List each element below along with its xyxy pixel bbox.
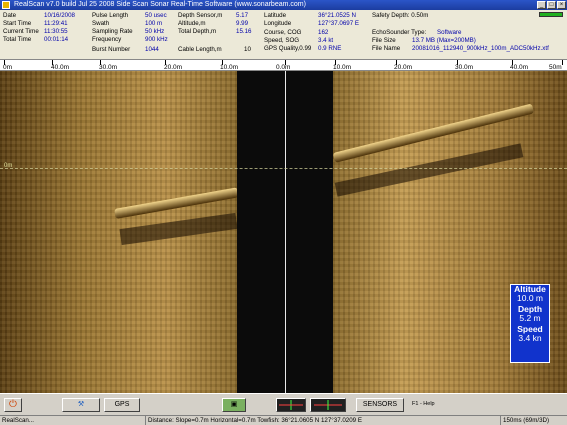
status-app: RealScan... <box>2 417 34 424</box>
window-title: RealScan v7.0 build Jul 25 2008 Side Sca… <box>14 1 306 8</box>
ruler-label: 40.0m <box>510 64 529 71</box>
status-range: 150ms (69m/3D) <box>500 416 567 425</box>
echosounder-label: EchoSounder Type: <box>372 29 427 36</box>
frequency-value: 900 kHz <box>145 36 168 43</box>
sampling-rate-value: 50 kHz <box>145 28 165 35</box>
altitude-readout-value: 10.0 m <box>517 293 543 303</box>
depth-readout-value: 5.2 m <box>519 313 541 323</box>
range-ruler: 0m 40.0m 30.0m 20.0m 10.0m 0.0m 10.0m 20… <box>0 59 567 71</box>
longitude-value: 127°37.0697 E <box>318 20 360 27</box>
cable-length-value: 10 <box>244 46 251 53</box>
start-time-value: 11:29:41 <box>44 20 68 27</box>
sensors-button[interactable]: SENSORS <box>356 398 404 412</box>
range-marker-label: 0m <box>4 163 13 169</box>
app-icon <box>2 1 10 9</box>
latitude-value: 36°21.0525 N <box>318 12 356 19</box>
minimize-button[interactable]: _ <box>537 1 546 9</box>
burst-number-value: 1044 <box>145 46 159 53</box>
pulse-length-label: Pulse Length <box>92 12 129 19</box>
track-line <box>285 71 286 393</box>
course-label: Course, COG <box>264 29 302 36</box>
ruler-label: 50m <box>549 64 562 71</box>
bottom-toolbar: ⏻ ⚒ GPS ▣ SENSORS F1 - Help <box>0 393 567 415</box>
help-hint: F1 - Help <box>412 401 435 407</box>
status-bar: RealScan... Distance: Slope=0.7m Horizon… <box>0 415 567 425</box>
gps-button[interactable]: GPS <box>104 398 140 412</box>
ruler-label: 10.0m <box>333 64 352 71</box>
latitude-label: Latitude <box>264 12 287 19</box>
swath-label: Swath <box>92 20 110 27</box>
ruler-label: 10.0m <box>220 64 239 71</box>
depth-sensor-value: 5.17 <box>236 12 249 19</box>
depth-sensor-label: Depth Sensor,m <box>178 12 223 19</box>
file-size-label: File Size <box>372 37 396 44</box>
cable-length-label: Cable Length,m <box>178 46 222 53</box>
attitude-display[interactable] <box>310 398 346 412</box>
close-button[interactable]: × <box>557 1 566 9</box>
frequency-label: Frequency <box>92 36 122 43</box>
ruler-label: 30.0m <box>99 64 118 71</box>
status-indicator <box>539 12 563 17</box>
swath-value: 100 m <box>145 20 163 27</box>
power-button[interactable]: ⏻ <box>4 398 22 412</box>
ruler-label: 20.0m <box>394 64 413 71</box>
speed-label: Speed, SOG <box>264 37 300 44</box>
total-time-label: Total Time <box>3 36 32 43</box>
ruler-label: 40.0m <box>51 64 70 71</box>
longitude-label: Longitude <box>264 20 292 27</box>
file-name-label: File Name <box>372 45 401 52</box>
ruler-label: 30.0m <box>455 64 474 71</box>
speed-readout-value: 3.4 kn <box>518 333 542 343</box>
ruler-label: 0.0m <box>276 64 291 71</box>
total-depth-label: Total Depth,m <box>178 28 217 35</box>
gps-quality-label: GPS Quality,0.99 <box>264 45 312 52</box>
safety-depth: Safety Depth: 0.50m <box>372 12 429 19</box>
burst-number-label: Burst Number <box>92 46 131 53</box>
speed-value: 3.4 kt <box>318 37 334 44</box>
status-distance: Distance: Slope=0.7m Horizontal=0.7m Tow… <box>145 416 478 425</box>
echosounder-value: Software <box>437 29 462 36</box>
ruler-label: 0m <box>3 64 13 71</box>
maximize-button[interactable]: □ <box>547 1 556 9</box>
pulse-length-value: 50 usec <box>145 12 167 19</box>
camera-button[interactable]: ▣ <box>222 398 246 412</box>
range-marker-line <box>0 168 567 169</box>
info-panel: Date 10/16/2008 Start Time 11:29:41 Curr… <box>0 10 567 59</box>
navigation-readout: Altitude 10.0 m Depth 5.2 m Speed 3.4 kn <box>510 284 550 363</box>
total-depth-value: 15.16 <box>236 28 252 35</box>
heading-icon <box>279 400 303 410</box>
attitude-icon <box>314 400 342 410</box>
heading-display[interactable] <box>276 398 306 412</box>
altitude-label: Altitude,m <box>178 20 206 27</box>
file-name-value: 20081016_112940_900kHz_100m_ADC50kHz.xtf <box>412 45 549 52</box>
altitude-value: 9.99 <box>236 20 249 27</box>
total-time-value: 00:01:14 <box>44 36 69 43</box>
gps-quality-value: 0.9 RNE <box>318 45 342 52</box>
sampling-rate-label: Sampling Rate <box>92 28 133 35</box>
date-label: Date <box>3 12 17 19</box>
sonar-waterfall-view[interactable]: 0m Altitude 10.0 m Depth 5.2 m Speed 3.4… <box>0 71 567 393</box>
title-bar: RealScan v7.0 build Jul 25 2008 Side Sca… <box>0 0 567 10</box>
start-time-label: Start Time <box>3 20 32 27</box>
current-time-label: Current Time <box>3 28 39 35</box>
date-value: 10/16/2008 <box>44 12 75 19</box>
ruler-label: 20.0m <box>164 64 183 71</box>
current-time-value: 11:30:55 <box>44 28 68 35</box>
file-size-value: 13.7 MB (Max=200MB) <box>412 37 476 44</box>
course-value: 162 <box>318 29 329 36</box>
tools-button[interactable]: ⚒ <box>62 398 100 412</box>
